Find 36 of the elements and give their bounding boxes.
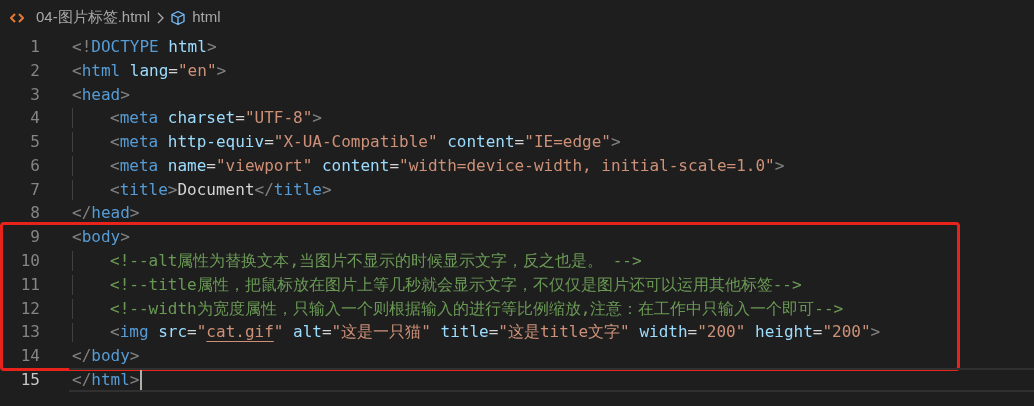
code-line: <!--alt属性为替换文本,当图片不显示的时候显示文字，反之也是。 -->	[110, 250, 642, 273]
line-number: 11	[19, 273, 40, 296]
code-line: <!--width为宽度属性，只输入一个则根据输入的进行等比例缩放,注意：在工作中只输入一个即可-->	[110, 297, 844, 320]
line-number: 1	[29, 35, 40, 58]
code-line: </body>	[72, 345, 140, 368]
line-number: 10	[19, 250, 40, 273]
code-line: <!--title属性，把鼠标放在图片上等几秒就会显示文字，不仅仅是图片还可以运用其他标签-->	[110, 273, 802, 296]
code-line: </html>	[72, 369, 140, 392]
line-number: 5	[29, 131, 40, 154]
chevron-icon	[156, 11, 165, 24]
code-line: <body>	[72, 226, 130, 249]
code-line: <meta name="viewport" content="width=device-width, initial-scale=1.0">	[110, 154, 785, 177]
line-number: 13	[19, 321, 40, 344]
line-number: 14	[19, 345, 40, 368]
code-line: <head>	[72, 83, 130, 106]
line-number: 12	[19, 297, 40, 320]
line-number: 2	[29, 59, 40, 82]
line-number: 8	[29, 202, 40, 225]
cube-icon	[170, 9, 187, 26]
code-line: </head>	[72, 202, 140, 225]
code-line: <!DOCTYPE html>	[72, 35, 217, 58]
code-line: <title>Document</title>	[110, 178, 332, 201]
breadcrumb-file[interactable]: 04-图片标签.html	[36, 6, 151, 29]
code-line: <html lang="en">	[72, 59, 227, 82]
code-line: <meta charset="UTF-8">	[110, 107, 322, 130]
line-number: 9	[29, 226, 40, 249]
code-file-icon	[10, 11, 24, 24]
line-number: 6	[29, 154, 40, 177]
line-number: 7	[29, 178, 40, 201]
line-number: 3	[29, 83, 40, 106]
line-number: 4	[29, 107, 40, 130]
breadcrumb-symbol[interactable]: html	[192, 6, 221, 29]
code-line: <img src="cat.gif" alt="这是一只猫" title="这是title文字" width="200" height="200">	[110, 321, 881, 344]
line-number: 15	[19, 369, 40, 392]
text-cursor	[140, 370, 143, 391]
code-line: <meta http-equiv="X-UA-Compatible" content="IE=edge">	[110, 131, 621, 154]
